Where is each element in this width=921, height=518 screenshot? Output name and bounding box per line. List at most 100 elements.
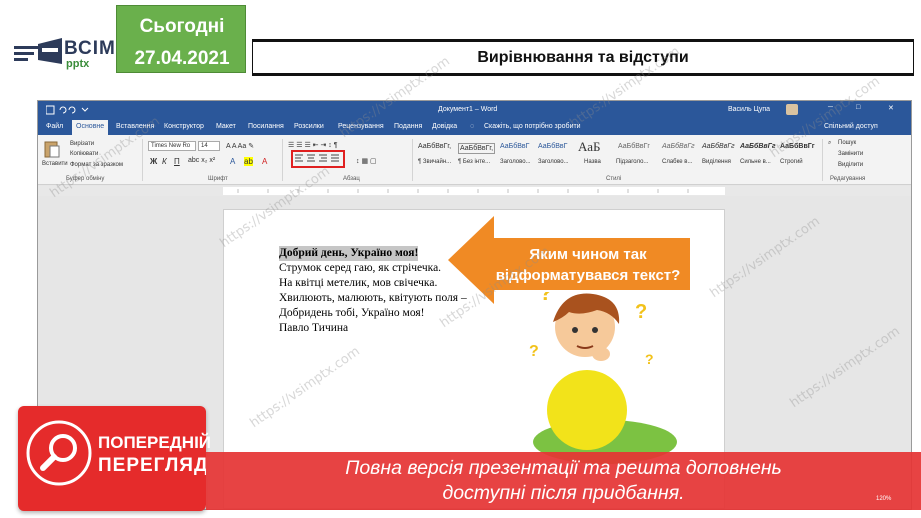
format-painter-button[interactable]: Формат за зразком [70, 162, 123, 168]
close-icon[interactable]: ✕ [888, 104, 894, 112]
quick-access-icons[interactable] [46, 105, 96, 115]
style-title-label: Назва [584, 159, 601, 165]
bold-icon[interactable]: Ж [150, 157, 157, 166]
find-icon[interactable]: ⌕ [828, 140, 831, 147]
style-heading1[interactable]: АаБбВвГ [500, 143, 529, 150]
poem-line: Добридень тобі, Україно моя! [279, 307, 425, 319]
magnifier-icon [26, 420, 92, 486]
style-heading2-label: Заголово... [538, 159, 569, 165]
group-styles-label: Стилі [606, 176, 622, 182]
divider [282, 139, 283, 181]
group-clipboard-label: Буфер обміну [66, 176, 105, 182]
tab-file[interactable]: Файл [46, 123, 63, 130]
style-subtitle-label: Підзаголо... [616, 159, 649, 165]
poem-heading: Добрий день, Україно моя! [279, 246, 419, 261]
poem-line: Хвилюють, малюють, квітують поля – [279, 292, 467, 304]
tell-me-search[interactable]: Скажіть, що потрібно зробити [484, 123, 581, 130]
logo-text: ВСІМ [64, 38, 116, 59]
tab-layout[interactable]: Макет [216, 123, 236, 130]
slide-title-bar: Вирівнювання та відступи [252, 39, 914, 76]
find-button[interactable]: Пошук [838, 140, 856, 146]
style-title[interactable]: АаБ [578, 139, 600, 155]
copy-button[interactable]: Копіювати [70, 151, 98, 157]
strikethrough-icon[interactable]: abc x₂ x² [188, 157, 215, 164]
tab-insert[interactable]: Вставлення [116, 123, 154, 130]
word-titlebar: Документ1 – Word Василь Цупа ─ □ ✕ [38, 101, 911, 119]
ribbon-tabs: Файл Основне Вставлення Конструктор Маке… [38, 119, 911, 135]
text-effects-icon[interactable]: A [230, 157, 235, 166]
tab-view[interactable]: Подання [394, 123, 422, 130]
tab-home[interactable]: Основне [72, 120, 109, 135]
style-subtitle[interactable]: АаБбВвГг [618, 143, 650, 150]
divider [412, 139, 413, 181]
paste-icon[interactable] [44, 139, 60, 159]
style-subtle-emphasis-label: Слабке в... [662, 159, 693, 165]
divider [142, 139, 143, 181]
font-size-select[interactable]: 14 [198, 141, 220, 151]
style-intense-emphasis[interactable]: АаБбВвГг [740, 143, 776, 150]
svg-text:?: ? [529, 343, 539, 360]
svg-text:?: ? [645, 351, 654, 367]
divider [822, 139, 823, 181]
group-editing-label: Редагування [830, 176, 866, 182]
style-no-spacing-label: ¶ Без інте... [458, 159, 491, 165]
grow-font-icon[interactable]: A A Aa ✎ [226, 142, 254, 150]
thinking-boy-illustration: ? ? ? ? [529, 292, 677, 464]
callout-line2: відформатувався текст? [495, 267, 681, 284]
poem-line: На квітці метелик, мов свічечка. [279, 277, 438, 289]
svg-text:?: ? [635, 301, 647, 323]
tab-mailings[interactable]: Розсилки [294, 123, 324, 130]
preview-subtitle: ПЕРЕГЛЯД [98, 455, 209, 476]
style-strong[interactable]: АаБбВвГг [780, 143, 815, 150]
callout-line1: Яким чином так [529, 246, 647, 263]
alignment-highlight [291, 150, 345, 168]
preview-title: ПОПЕРЕДНІЙ [98, 433, 212, 452]
maximize-icon[interactable]: □ [856, 104, 860, 111]
date-box: Сьогодні 27.04.2021 [116, 5, 246, 73]
font-color-icon[interactable]: A [262, 157, 267, 166]
tab-review[interactable]: Рецензування [338, 123, 384, 130]
ribbon: Вставити Вирізати Копіювати Формат за зр… [38, 135, 911, 185]
minimize-icon[interactable]: ─ [828, 104, 833, 111]
poem-text: Добрий день, Україно моя! Струмок серед … [279, 246, 467, 336]
replace-button[interactable]: Замінити [838, 151, 863, 157]
style-normal-label: ¶ Звичайн... [418, 159, 452, 165]
underline-icon[interactable]: П [174, 157, 180, 166]
style-heading2[interactable]: АаБбВвГ [538, 143, 567, 150]
font-name-select[interactable]: Times New Ro [148, 141, 196, 151]
horizontal-ruler [38, 186, 911, 196]
callout-text: Яким чином так відформатувався текст? [490, 244, 686, 286]
document-title: Документ1 – Word [438, 106, 498, 113]
style-subtle-emphasis[interactable]: АаБбВвГг [662, 143, 695, 150]
ruler-ticks [223, 187, 725, 195]
date-value: 27.04.2021 [134, 48, 230, 69]
group-font-label: Шрифт [208, 176, 228, 182]
paste-button[interactable]: Вставити [42, 161, 68, 167]
slide: ВСІМ pptx Сьогодні 27.04.2021 Вирівнюван… [0, 0, 921, 518]
lightbulb-icon: ◌ [470, 123, 475, 130]
italic-icon[interactable]: К [162, 157, 167, 166]
banner-line2: доступні після придбання. [442, 482, 685, 504]
group-paragraph-label: Абзац [343, 176, 360, 182]
share-button[interactable]: Спільний доступ [824, 123, 878, 130]
style-intense-emphasis-label: Сильне в... [740, 159, 771, 165]
slide-title: Вирівнювання та відступи [477, 49, 689, 66]
user-name[interactable]: Василь Цупа [728, 106, 770, 113]
line-spacing-icon[interactable]: ↕ ▦ ▢ [356, 157, 377, 165]
zoom-level[interactable]: 120% [876, 496, 891, 502]
tab-references[interactable]: Посилання [248, 123, 284, 130]
purchase-banner-text: Повна версія презентації та решта доповн… [206, 456, 921, 506]
style-emphasis[interactable]: АаБбВвГг [702, 143, 735, 150]
style-no-spacing[interactable]: АаБбВвГг, [458, 143, 496, 154]
select-button[interactable]: Виділити [838, 162, 863, 168]
avatar[interactable] [786, 104, 798, 115]
tab-design[interactable]: Конструктор [164, 123, 204, 130]
highlight-icon[interactable]: ab [244, 157, 253, 166]
style-strong-label: Строгий [780, 159, 803, 165]
tab-help[interactable]: Довідка [432, 123, 457, 130]
cut-button[interactable]: Вирізати [70, 141, 94, 147]
bullets-icon[interactable]: ☰ ☰ ☰ ⇤ ⇥ ↕ ¶ [288, 141, 338, 149]
logo-subtext: pptx [66, 58, 90, 70]
svg-text:?: ? [539, 292, 552, 305]
style-normal[interactable]: АаБбВвГг, [418, 143, 451, 150]
